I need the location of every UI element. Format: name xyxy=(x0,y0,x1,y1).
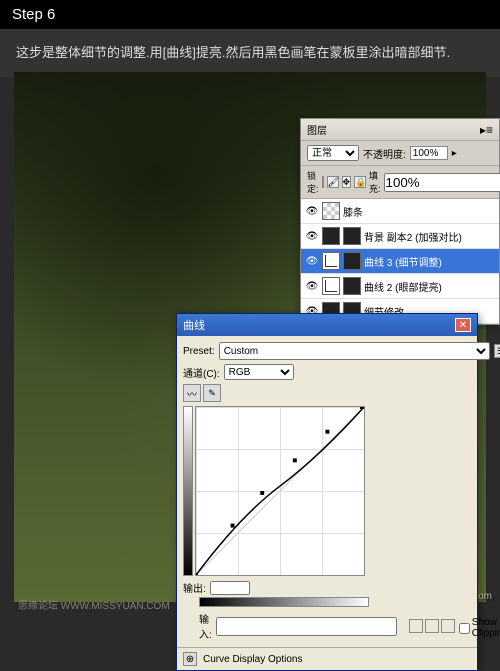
curves-tools: 〰 ✎ xyxy=(183,384,500,402)
lock-transparency-icon[interactable] xyxy=(322,176,324,188)
layer-list: 👁 膝条 👁 背景 副本2 (加强对比) 👁 曲线 3 (细节调整) 👁 曲线 … xyxy=(301,199,499,324)
layer-name: 曲线 3 (细节调整) xyxy=(364,254,442,269)
fill-input[interactable] xyxy=(384,173,500,192)
layer-item[interactable]: 👁 曲线 2 (眼部提亮) xyxy=(301,274,499,299)
visibility-icon[interactable]: 👁 xyxy=(305,229,319,243)
lock-all-icon[interactable]: 🔒 xyxy=(354,176,366,188)
step-header: Step 6 xyxy=(0,0,500,29)
layer-thumb[interactable] xyxy=(322,202,340,220)
channel-row: 通道(C): RGB xyxy=(183,364,500,380)
show-clipping-checkbox[interactable] xyxy=(459,623,470,634)
gray-eyedropper-icon[interactable] xyxy=(425,619,439,633)
visibility-icon[interactable]: 👁 xyxy=(305,279,319,293)
visibility-icon[interactable]: 👁 xyxy=(305,254,319,268)
curves-title: 曲线 xyxy=(183,317,205,333)
expand-icon[interactable]: ⊕ xyxy=(183,652,197,666)
watermark-left: 思缘论坛 WWW.MISSYUAN.COM xyxy=(18,597,170,612)
output-gradient xyxy=(183,406,193,576)
input-input[interactable] xyxy=(216,617,397,636)
fill-label: 填充: xyxy=(369,169,381,195)
layers-lock-row: 锁定: 🖌 ✥ 🔒 填充: ▸ xyxy=(301,166,499,199)
eyedropper-tools xyxy=(409,619,455,633)
lock-pixels-icon[interactable]: 🖌 xyxy=(327,176,339,188)
input-label: 输入: xyxy=(199,611,212,641)
layers-panel: 图层 ▸≡ 正常 不透明度: ▸ 锁定: 🖌 ✥ 🔒 填充: ▸ 👁 膝条 👁 … xyxy=(300,118,500,325)
channel-select[interactable]: RGB xyxy=(224,364,294,380)
curves-graph-wrap xyxy=(183,406,500,576)
lock-position-icon[interactable]: ✥ xyxy=(342,176,352,188)
black-eyedropper-icon[interactable] xyxy=(409,619,423,633)
point-tool-icon[interactable]: 〰 xyxy=(183,384,201,402)
curves-line xyxy=(196,407,364,575)
output-label: 输出: xyxy=(183,580,206,595)
input-gradient xyxy=(199,597,369,607)
layer-mask-thumb[interactable] xyxy=(343,277,361,295)
layer-mask-thumb[interactable] xyxy=(343,227,361,245)
panel-menu-icon[interactable]: ▸≡ xyxy=(480,123,493,137)
opacity-input[interactable] xyxy=(410,146,448,160)
curves-footer: ⊕ Curve Display Options xyxy=(177,647,477,670)
curves-main: Preset: Custom ☰ 通道(C): RGB 〰 ✎ xyxy=(183,342,500,641)
white-eyedropper-icon[interactable] xyxy=(441,619,455,633)
lock-label: 锁定: xyxy=(307,169,319,195)
layer-thumb[interactable] xyxy=(322,227,340,245)
opacity-label: 不透明度: xyxy=(363,146,406,161)
visibility-icon[interactable]: 👁 xyxy=(305,204,319,218)
layers-panel-titlebar[interactable]: 图层 ▸≡ xyxy=(301,119,499,141)
preset-label: Preset: xyxy=(183,346,215,357)
preset-select[interactable]: Custom xyxy=(219,342,490,360)
output-input[interactable] xyxy=(210,581,250,595)
curves-graph[interactable] xyxy=(195,406,365,576)
layer-item-selected[interactable]: 👁 曲线 3 (细节调整) xyxy=(301,249,499,274)
layers-blend-row: 正常 不透明度: ▸ xyxy=(301,141,499,166)
input-row: 输入: Show Clipping xyxy=(199,611,500,641)
curves-body: Preset: Custom ☰ 通道(C): RGB 〰 ✎ xyxy=(177,336,477,647)
curves-dialog: 曲线 ✕ Preset: Custom ☰ 通道(C): RGB 〰 ✎ xyxy=(176,313,478,671)
channel-label: 通道(C): xyxy=(183,365,220,380)
curve-display-options-label[interactable]: Curve Display Options xyxy=(203,654,302,665)
show-clipping-label: Show Clipping xyxy=(472,617,500,639)
layer-item[interactable]: 👁 膝条 xyxy=(301,199,499,224)
instruction-text: 这步是整体细节的调整.用[曲线]提亮.然后用黑色画笔在蒙板里涂出暗部细节. xyxy=(0,29,500,77)
layer-mask-thumb[interactable] xyxy=(343,252,361,270)
opacity-arrow-icon[interactable]: ▸ xyxy=(452,148,457,159)
output-row: 输出: xyxy=(183,580,500,595)
layer-name: 膝条 xyxy=(343,204,363,219)
close-icon[interactable]: ✕ xyxy=(455,318,471,332)
curves-titlebar[interactable]: 曲线 ✕ xyxy=(177,314,477,336)
show-clipping-check[interactable]: Show Clipping xyxy=(459,617,500,639)
layer-item[interactable]: 👁 背景 副本2 (加强对比) xyxy=(301,224,499,249)
layer-name: 背景 副本2 (加强对比) xyxy=(364,229,462,244)
layer-name: 曲线 2 (眼部提亮) xyxy=(364,279,442,294)
layer-thumb[interactable] xyxy=(322,252,340,270)
blend-mode-select[interactable]: 正常 xyxy=(307,145,359,161)
preset-row: Preset: Custom ☰ xyxy=(183,342,500,360)
layer-thumb[interactable] xyxy=(322,277,340,295)
preset-menu-icon[interactable]: ☰ xyxy=(494,344,500,358)
layers-panel-title: 图层 xyxy=(307,122,327,137)
pencil-tool-icon[interactable]: ✎ xyxy=(203,384,221,402)
